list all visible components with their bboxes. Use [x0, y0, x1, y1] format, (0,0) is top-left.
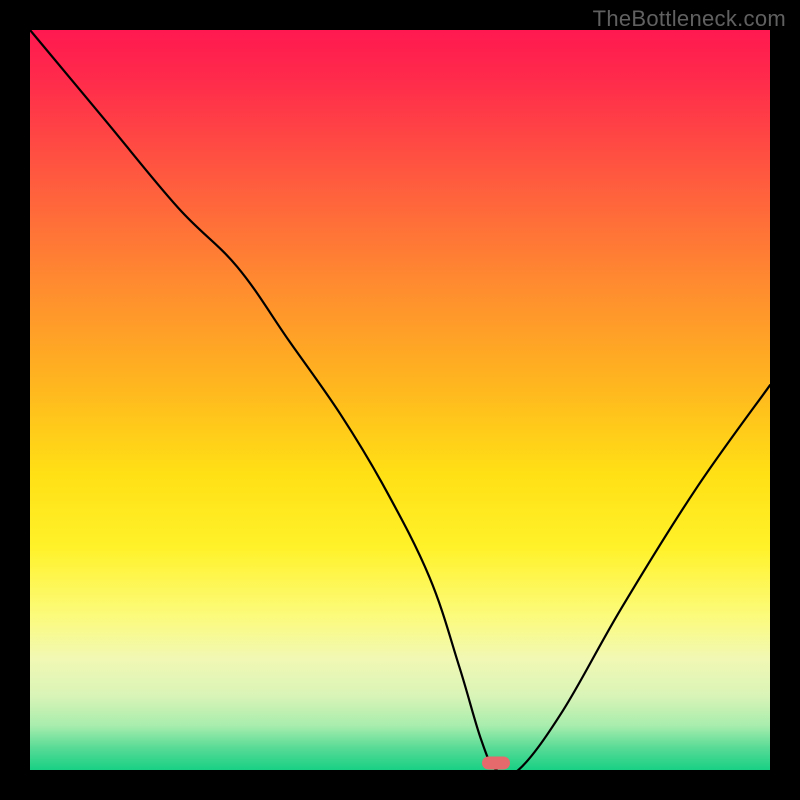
bottleneck-curve	[30, 30, 770, 770]
plot-area	[30, 30, 770, 770]
chart-frame: TheBottleneck.com	[0, 0, 800, 800]
source-watermark: TheBottleneck.com	[593, 6, 786, 32]
optimal-marker	[482, 756, 510, 769]
